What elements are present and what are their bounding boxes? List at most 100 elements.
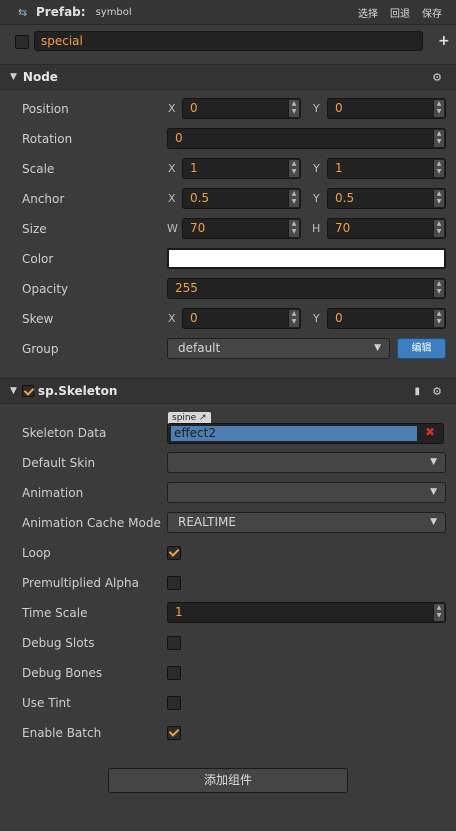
size-h-stepper[interactable]: ▲ ▼ bbox=[433, 220, 444, 237]
external-link-icon: ↗ bbox=[199, 413, 207, 423]
group-edit-button[interactable]: 编辑 bbox=[397, 338, 446, 359]
size-w-field[interactable]: 70 ▲ ▼ bbox=[182, 218, 301, 239]
position-x-value: 0 bbox=[190, 101, 198, 115]
rotation-row: Rotation 0 ▲ ▼ bbox=[0, 124, 456, 154]
time-scale-field[interactable]: 1 ▲ ▼ bbox=[167, 602, 446, 623]
position-x-field[interactable]: 0 ▲ ▼ bbox=[182, 98, 301, 119]
size-w-stepper[interactable]: ▲ ▼ bbox=[288, 220, 299, 237]
skeleton-section-title: sp.Skeleton bbox=[37, 384, 118, 398]
add-component-button[interactable]: 添加组件 bbox=[108, 768, 348, 793]
scale-x-field[interactable]: 1 ▲ ▼ bbox=[182, 158, 301, 179]
use-tint-checkbox[interactable] bbox=[167, 696, 181, 710]
anchor-x-field[interactable]: 0.5 ▲ ▼ bbox=[182, 188, 301, 209]
debug-bones-label: Debug Bones bbox=[22, 666, 103, 680]
group-select[interactable]: default ▼ bbox=[167, 338, 390, 359]
skew-x-field[interactable]: 0 ▲ ▼ bbox=[182, 308, 301, 329]
size-label: Size bbox=[22, 222, 47, 236]
size-h-field[interactable]: 70 ▲ ▼ bbox=[327, 218, 446, 239]
gear-icon[interactable]: ⚙ bbox=[432, 385, 442, 398]
position-y-stepper[interactable]: ▲ ▼ bbox=[433, 100, 444, 117]
clear-icon[interactable]: ✖ bbox=[425, 425, 435, 439]
premultiplied-alpha-label: Premultiplied Alpha bbox=[22, 576, 139, 590]
node-name-input[interactable]: special bbox=[34, 31, 423, 51]
dropdown-arrow-icon: ▼ bbox=[430, 517, 437, 527]
scale-x-value: 1 bbox=[190, 161, 198, 175]
scale-y-axis: Y bbox=[313, 162, 320, 175]
revert-button[interactable]: 回退 bbox=[390, 5, 410, 20]
enable-batch-label: Enable Batch bbox=[22, 726, 102, 740]
cache-mode-select[interactable]: REALTIME ▼ bbox=[167, 512, 446, 533]
skew-x-stepper[interactable]: ▲ ▼ bbox=[288, 310, 299, 327]
anchor-row: Anchor X 0.5 ▲ ▼ Y 0.5 ▲ ▼ bbox=[0, 184, 456, 214]
debug-slots-label: Debug Slots bbox=[22, 636, 95, 650]
node-name-bar: special + bbox=[0, 26, 456, 58]
dropdown-arrow-icon: ▼ bbox=[430, 487, 437, 497]
skeleton-enabled-checkbox[interactable] bbox=[21, 385, 34, 397]
collapse-triangle-icon[interactable]: ▼ bbox=[10, 72, 17, 82]
position-y-axis: Y bbox=[313, 102, 320, 115]
skeleton-data-field[interactable]: effect2 ✖ bbox=[167, 423, 444, 444]
anchor-y-value: 0.5 bbox=[335, 191, 355, 205]
time-scale-stepper[interactable]: ▲ ▼ bbox=[433, 604, 444, 621]
position-y-field[interactable]: 0 ▲ ▼ bbox=[327, 98, 446, 119]
skew-y-field[interactable]: 0 ▲ ▼ bbox=[327, 308, 446, 329]
scale-y-field[interactable]: 1 ▲ ▼ bbox=[327, 158, 446, 179]
scale-label: Scale bbox=[22, 162, 55, 176]
opacity-field[interactable]: 255 ▲ ▼ bbox=[167, 278, 446, 299]
node-section-title: Node bbox=[22, 70, 58, 84]
dropdown-arrow-icon: ▼ bbox=[374, 343, 381, 353]
default-skin-label: Default Skin bbox=[22, 456, 96, 470]
rotation-label: Rotation bbox=[22, 132, 73, 146]
default-skin-row: Default Skin ▼ bbox=[0, 448, 456, 478]
scale-x-stepper[interactable]: ▲ ▼ bbox=[288, 160, 299, 177]
dropdown-arrow-icon: ▼ bbox=[430, 457, 437, 467]
anchor-x-value: 0.5 bbox=[190, 191, 210, 205]
size-w-axis: W bbox=[167, 222, 178, 235]
color-swatch[interactable] bbox=[167, 248, 446, 269]
skew-y-stepper[interactable]: ▲ ▼ bbox=[433, 310, 444, 327]
default-skin-select[interactable]: ▼ bbox=[167, 452, 446, 473]
save-button[interactable]: 保存 bbox=[422, 5, 442, 20]
opacity-row: Opacity 255 ▲ ▼ bbox=[0, 274, 456, 304]
debug-slots-checkbox[interactable] bbox=[167, 636, 181, 650]
anchor-x-stepper[interactable]: ▲ ▼ bbox=[288, 190, 299, 207]
position-x-axis: X bbox=[168, 102, 176, 115]
prefab-icon: ⇆ bbox=[18, 5, 28, 19]
opacity-value: 255 bbox=[175, 281, 198, 295]
node-section-header[interactable]: ▼ Node ⚙ bbox=[0, 64, 456, 90]
skeleton-section-header[interactable]: ▼ sp.Skeleton ▮ ⚙ bbox=[0, 378, 456, 404]
anchor-y-stepper[interactable]: ▲ ▼ bbox=[433, 190, 444, 207]
add-icon[interactable]: + bbox=[438, 33, 450, 49]
anchor-y-field[interactable]: 0.5 ▲ ▼ bbox=[327, 188, 446, 209]
animation-select[interactable]: ▼ bbox=[167, 482, 446, 503]
rotation-field[interactable]: 0 ▲ ▼ bbox=[167, 128, 446, 149]
time-scale-value: 1 bbox=[175, 605, 183, 619]
opacity-stepper[interactable]: ▲ ▼ bbox=[433, 280, 444, 297]
collapse-triangle-icon[interactable]: ▼ bbox=[10, 386, 17, 396]
loop-checkbox[interactable] bbox=[167, 546, 181, 560]
position-label: Position bbox=[22, 102, 69, 116]
node-active-checkbox[interactable] bbox=[15, 35, 29, 49]
animation-label: Animation bbox=[22, 486, 84, 500]
select-button[interactable]: 选择 bbox=[358, 5, 378, 20]
skeleton-data-value[interactable]: effect2 bbox=[171, 426, 417, 441]
prefab-name: symbol bbox=[95, 6, 132, 18]
anchor-x-axis: X bbox=[168, 192, 176, 205]
group-label: Group bbox=[22, 342, 59, 356]
size-h-axis: H bbox=[312, 222, 321, 235]
skew-label: Skew bbox=[22, 312, 54, 326]
skew-x-axis: X bbox=[168, 312, 176, 325]
debug-bones-checkbox[interactable] bbox=[167, 666, 181, 680]
rotation-stepper[interactable]: ▲ ▼ bbox=[433, 130, 444, 147]
enable-batch-checkbox[interactable] bbox=[167, 726, 181, 740]
position-x-stepper[interactable]: ▲ ▼ bbox=[288, 100, 299, 117]
premultiplied-alpha-checkbox[interactable] bbox=[167, 576, 181, 590]
book-icon[interactable]: ▮ bbox=[414, 386, 420, 397]
loop-label: Loop bbox=[22, 546, 51, 560]
scale-y-stepper[interactable]: ▲ ▼ bbox=[433, 160, 444, 177]
rotation-value: 0 bbox=[175, 131, 183, 145]
size-row: Size W 70 ▲ ▼ H 70 ▲ ▼ bbox=[0, 214, 456, 244]
position-row: Position X 0 ▲ ▼ Y 0 ▲ ▼ bbox=[0, 94, 456, 124]
color-row: Color bbox=[0, 244, 456, 274]
gear-icon[interactable]: ⚙ bbox=[432, 71, 442, 84]
